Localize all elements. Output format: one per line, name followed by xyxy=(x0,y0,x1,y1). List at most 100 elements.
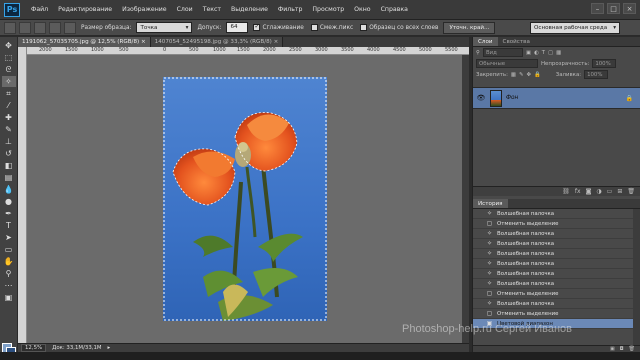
layer-background[interactable]: 👁 Фон 🔒 xyxy=(473,87,640,109)
eraser-tool-icon[interactable]: ◧ xyxy=(2,160,16,171)
contiguous-checkbox[interactable]: Смеж.пикс xyxy=(309,24,355,31)
dodge-tool-icon[interactable]: ● xyxy=(2,196,16,207)
maximize-button[interactable]: □ xyxy=(607,3,620,14)
chevron-right-icon[interactable]: ▸ xyxy=(108,345,111,351)
menu-view[interactable]: Просмотр xyxy=(307,0,349,20)
horizontal-ruler[interactable]: 2000 1500 1000 500 0 500 1000 1500 2000 … xyxy=(27,47,469,55)
menu-window[interactable]: Окно xyxy=(349,0,375,20)
eye-icon[interactable]: 👁 xyxy=(476,93,486,103)
tools-panel: ✥ ⬚ ᘓ ✧ ⌗ ⁄ ✚ ✎ ⊥ ↺ ◧ ▤ 💧 ● ✒ T ➤ ▭ ✋ ⚲ … xyxy=(0,37,18,357)
history-item[interactable]: ▢ Отменить выделение xyxy=(473,289,633,299)
blend-mode-select[interactable]: Обычные xyxy=(476,59,538,68)
history-item[interactable]: ✧ Волшебная палочка xyxy=(473,229,633,239)
vertical-ruler[interactable] xyxy=(18,47,27,343)
lasso-tool-icon[interactable]: ᘓ xyxy=(2,64,16,75)
history-brush-tool-icon[interactable]: ↺ xyxy=(2,148,16,159)
workspace-select[interactable]: Основная рабочая среда ▾ xyxy=(530,22,620,34)
ruler-label: 2000 xyxy=(39,47,52,53)
clone-stamp-tool-icon[interactable]: ⊥ xyxy=(2,136,16,147)
type-tool-icon[interactable]: T xyxy=(2,220,16,231)
minimize-button[interactable]: – xyxy=(591,3,604,14)
history-item[interactable]: ✧ Волшебная палочка xyxy=(473,249,633,259)
chevron-down-icon: ▾ xyxy=(185,24,189,31)
mask-icon[interactable]: ◙ xyxy=(586,188,592,195)
lock-pixels-icon[interactable]: ▦ xyxy=(511,72,516,78)
antialias-checkbox[interactable]: Сглаживание xyxy=(251,24,305,31)
opacity-input[interactable]: 100% xyxy=(592,59,617,68)
menu-layers[interactable]: Слои xyxy=(172,0,198,20)
doc-tab-1[interactable]: 1191062_57035705.jpg @ 12,5% (RGB/8) × xyxy=(18,37,151,47)
path-select-tool-icon[interactable]: ➤ xyxy=(2,232,16,243)
fill-input[interactable]: 100% xyxy=(584,70,609,79)
subtract-selection-icon[interactable] xyxy=(49,21,61,34)
magic-wand-icon: ✧ xyxy=(486,300,493,307)
layer-name: Фон xyxy=(506,95,519,101)
edit-toolbar-icon[interactable]: ▣ xyxy=(2,292,16,303)
canvas-vertical-scrollbar[interactable] xyxy=(462,55,469,343)
adjust-filter-icon[interactable]: ◐ xyxy=(534,50,539,56)
image-filter-icon[interactable]: ▣ xyxy=(526,50,531,56)
type-filter-icon[interactable]: T xyxy=(542,50,545,56)
blur-tool-icon[interactable]: 💧 xyxy=(2,184,16,195)
history-item[interactable]: ▢ Отменить выделение xyxy=(473,309,633,319)
hand-tool-icon[interactable]: ✋ xyxy=(2,256,16,267)
tab-layers[interactable]: Слои xyxy=(473,37,498,46)
trash-icon[interactable]: 🗑 xyxy=(627,188,635,195)
menu-edit[interactable]: Редактирование xyxy=(53,0,117,20)
new-selection-icon[interactable] xyxy=(19,21,31,34)
close-button[interactable]: × xyxy=(623,3,636,14)
history-item[interactable]: ✧ Волшебная палочка xyxy=(473,299,633,309)
menu-image[interactable]: Изображение xyxy=(117,0,172,20)
marquee-tool-icon[interactable]: ⬚ xyxy=(2,52,16,63)
fx-icon[interactable]: fx xyxy=(575,188,581,195)
eyedropper-tool-icon[interactable]: ⁄ xyxy=(2,100,16,111)
brush-tool-icon[interactable]: ✎ xyxy=(2,124,16,135)
shape-filter-icon[interactable]: ▢ xyxy=(548,50,553,56)
menu-type[interactable]: Текст xyxy=(198,0,226,20)
zoom-level[interactable]: 12,5% xyxy=(21,344,47,352)
lock-move-icon[interactable]: ✥ xyxy=(527,72,532,78)
history-item[interactable]: ✧ Волшебная палочка xyxy=(473,279,633,289)
history-item[interactable]: ✧ Волшебная палочка xyxy=(473,269,633,279)
layer-kind-select[interactable]: Вид xyxy=(482,48,523,57)
shape-tool-icon[interactable]: ▭ xyxy=(2,244,16,255)
menu-filter[interactable]: Фильтр xyxy=(273,0,307,20)
document-image[interactable] xyxy=(163,77,327,321)
move-tool-icon[interactable]: ✥ xyxy=(2,40,16,51)
canvas-area[interactable] xyxy=(27,55,469,343)
adjustment-icon[interactable]: ◑ xyxy=(596,188,601,195)
history-item[interactable]: ▢ Отменить выделение xyxy=(473,219,633,229)
smart-filter-icon[interactable]: ▦ xyxy=(556,50,561,56)
zoom-tool-icon[interactable]: ⚲ xyxy=(2,268,16,279)
tab-history[interactable]: История xyxy=(473,199,508,208)
history-item-label: Отменить выделение xyxy=(497,220,559,227)
refine-edge-button[interactable]: Уточн. край... xyxy=(443,21,496,34)
add-selection-icon[interactable] xyxy=(34,21,46,34)
menu-select[interactable]: Выделение xyxy=(226,0,273,20)
menu-help[interactable]: Справка xyxy=(376,0,413,20)
history-item[interactable]: ✧ Волшебная палочка xyxy=(473,259,633,269)
folder-icon[interactable]: ▭ xyxy=(607,188,613,195)
sample-all-layers-checkbox[interactable]: Образец со всех слоев xyxy=(358,24,440,31)
tolerance-input[interactable]: 64 xyxy=(226,22,249,33)
healing-tool-icon[interactable]: ✚ xyxy=(2,112,16,123)
lock-all-icon[interactable]: 🔒 xyxy=(534,72,541,78)
gradient-tool-icon[interactable]: ▤ xyxy=(2,172,16,183)
lock-paint-icon[interactable]: ✎ xyxy=(519,72,524,78)
pen-tool-icon[interactable]: ✒ xyxy=(2,208,16,219)
history-item[interactable]: ✧ Волшебная палочка xyxy=(473,239,633,249)
tool-preset-icon[interactable] xyxy=(4,21,16,34)
intersect-selection-icon[interactable] xyxy=(64,21,76,34)
new-layer-icon[interactable]: ⊞ xyxy=(617,188,622,195)
sample-size-select[interactable]: Точка ▾ xyxy=(136,22,193,33)
crop-tool-icon[interactable]: ⌗ xyxy=(2,88,16,99)
doc-tab-2[interactable]: 1407054_52495198.jpg @ 33,3% (RGB/8) × xyxy=(150,37,284,47)
link-layers-icon[interactable]: ⛓ xyxy=(562,188,570,195)
history-scrollbar[interactable] xyxy=(633,209,640,345)
history-item[interactable]: ✧ Волшебная палочка xyxy=(473,209,633,219)
tab-properties[interactable]: Свойства xyxy=(498,37,535,46)
menu-file[interactable]: Файл xyxy=(26,0,53,20)
magic-wand-tool-icon[interactable]: ✧ xyxy=(1,76,16,87)
history-item-label: Волшебная палочка xyxy=(497,230,555,237)
more-tools-icon[interactable]: ⋯ xyxy=(2,280,16,291)
